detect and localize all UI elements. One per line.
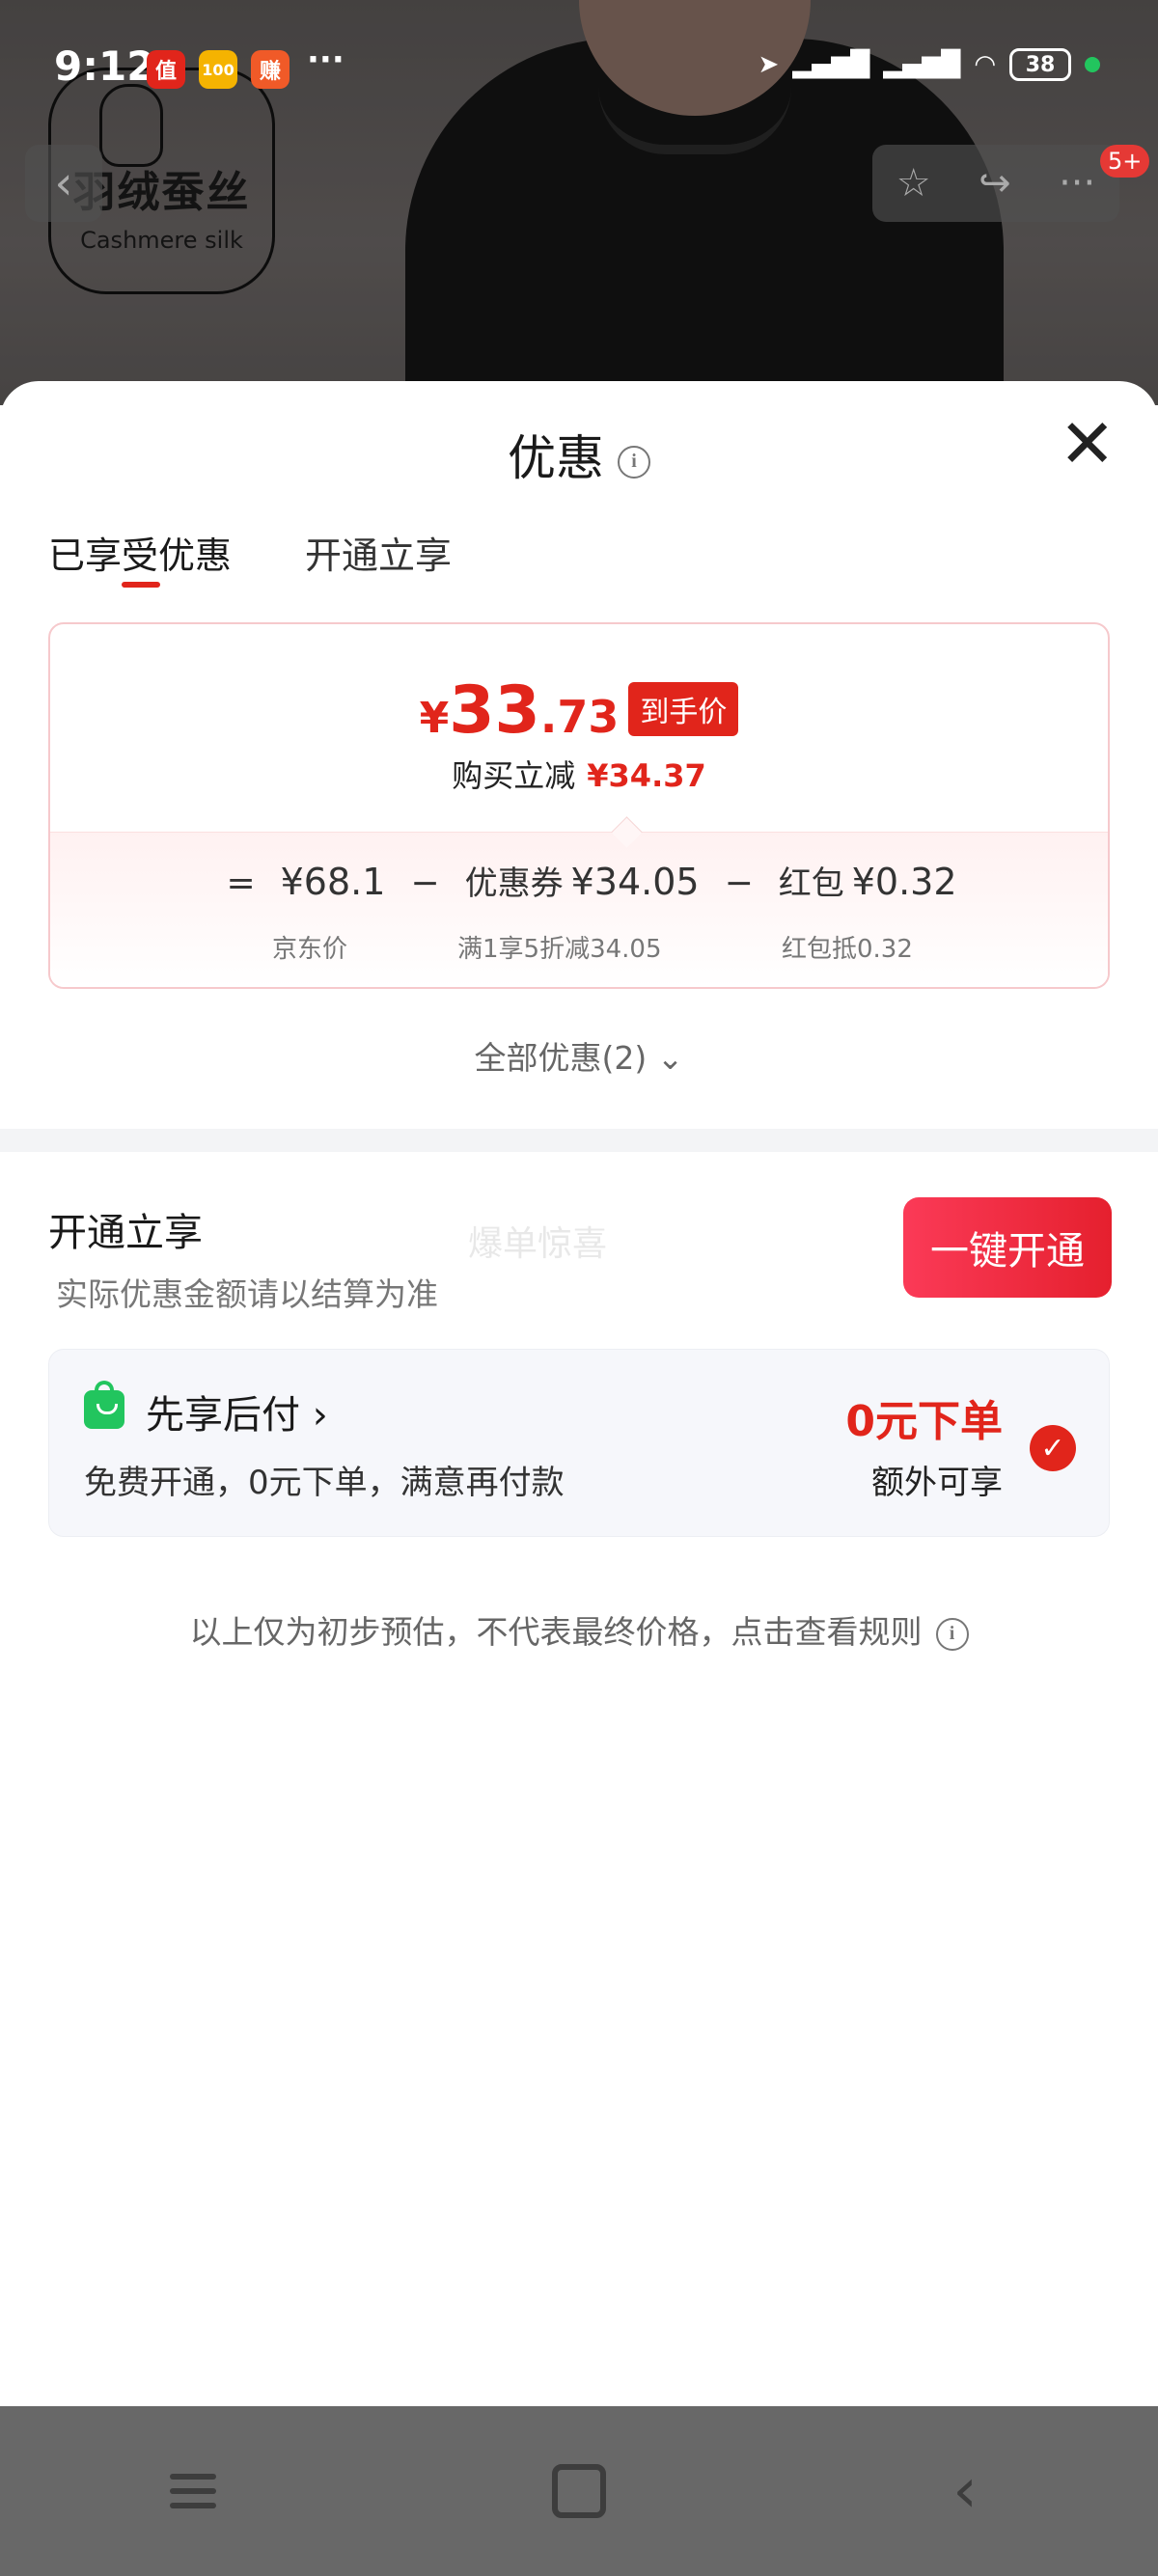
section-divider (0, 1129, 1158, 1152)
home-icon[interactable] (521, 2464, 637, 2518)
reduction-label: 购买立减 (452, 757, 576, 794)
back-icon[interactable]: ‹ (907, 2455, 1023, 2527)
location-icon: ➤ (758, 50, 780, 79)
jd-price-caption: 京东价 (272, 935, 348, 964)
red-packet-caption: 红包抵0.32 (782, 935, 913, 964)
reduction-amount: ¥34.37 (587, 757, 706, 794)
back-button[interactable]: ‹ (25, 145, 102, 222)
red-packet-label: 红包 (778, 864, 844, 903)
close-button[interactable]: ✕ (1059, 410, 1116, 478)
background-promo-text: 爆单惊喜 (468, 1224, 608, 1264)
checkmark-icon[interactable]: ✓ (1030, 1425, 1076, 1471)
open-section-title: 开通立享 (48, 1211, 203, 1255)
app-notification-icon: 值 (147, 50, 185, 89)
chevron-down-icon: ⌄ (656, 1039, 684, 1077)
extra-benefit-label: 额外可享 (871, 1464, 1003, 1502)
star-icon[interactable]: ☆ (896, 161, 931, 206)
zero-order-highlight: 0元下单 (845, 1397, 1003, 1446)
signal-icon: ▂▄▆█ (792, 50, 870, 79)
discount-sheet: 优惠 i ✕ 已享受优惠 开通立享 ¥33.73 到手价 购买立减 ¥34.37 = … (0, 381, 1158, 2407)
wifi-icon: ◠ (974, 50, 996, 79)
price-formula: = ¥68.1 − 优惠券 ¥34.05 − 红包 ¥0.32 京东价 满1享5折减… (50, 816, 1108, 987)
price-decimal: .73 (539, 691, 620, 743)
open-section-subtitle: 实际优惠金额请以结算为准 (56, 1275, 438, 1313)
minus-sign: − (410, 863, 440, 903)
coupon-caption: 满1享5折减34.05 (457, 935, 662, 964)
final-price: ¥33.73 到手价 (50, 672, 1108, 749)
privacy-indicator-icon (1085, 57, 1100, 72)
chevron-right-icon: › (300, 1393, 328, 1438)
tab-enjoyed-discounts[interactable]: 已享受优惠 (48, 526, 232, 588)
formula-row: = ¥68.1 − 优惠券 ¥34.05 − 红包 ¥0.32 (50, 857, 1108, 904)
jd-price-value: ¥68.1 (280, 861, 386, 903)
red-packet: 红包 ¥0.32 (779, 857, 957, 904)
product-actions: ☆ ↪ ··· (872, 145, 1119, 222)
coupon: 优惠券 ¥34.05 (465, 857, 700, 904)
all-discounts-label: 全部优惠(2) (474, 1039, 648, 1077)
app-notification-icon: 100 (199, 50, 237, 89)
sheet-title: 优惠 i (0, 420, 1158, 489)
status-indicators: ➤ ▂▄▆█ ▂▄▆█ ◠ 38 (758, 48, 1100, 81)
currency-symbol: ¥ (419, 694, 450, 743)
coupon-value: ¥34.05 (570, 861, 700, 903)
jd-price: ¥68.1 (281, 861, 386, 903)
price-integer: 33 (449, 672, 540, 749)
pay-later-description: 免费开通，0元下单，满意再付款 (84, 1464, 565, 1502)
app-notification-icon: 赚 (251, 50, 290, 89)
all-discounts-toggle[interactable]: 全部优惠(2) ⌄ (0, 1032, 1158, 1079)
system-nav-bar: ‹ (0, 2406, 1158, 2576)
more-icon[interactable]: ··· (1059, 161, 1095, 206)
instant-reduction: 购买立减 ¥34.37 (50, 752, 1108, 796)
battery-icon: 38 (1009, 48, 1071, 81)
info-icon[interactable]: i (618, 445, 650, 479)
one-key-open-button[interactable]: 一键开通 (903, 1197, 1112, 1298)
price-breakdown-card: ¥33.73 到手价 购买立减 ¥34.37 = ¥68.1 − 优惠券 ¥34.05… (48, 622, 1110, 989)
minus-sign: − (724, 863, 754, 903)
pay-later-title-text: 先享后付 (146, 1393, 300, 1438)
menu-icon[interactable] (135, 2465, 251, 2517)
equals-sign: = (226, 863, 256, 903)
sheet-title-text: 优惠 (508, 430, 604, 486)
more-notifications-icon: ··· (307, 41, 345, 79)
disclaimer-text: 以上仅为初步预估，不代表最终价格，点击查看规则 (189, 1613, 923, 1651)
message-badge: 5+ (1100, 145, 1150, 178)
red-packet-value: ¥0.32 (851, 861, 957, 903)
share-icon[interactable]: ↪ (979, 161, 1011, 206)
pay-later-card[interactable]: 先享后付 › 免费开通，0元下单，满意再付款 0元下单 额外可享 ✓ (48, 1349, 1110, 1537)
coupon-label: 优惠券 (464, 864, 564, 903)
discount-tabs: 已享受优惠 开通立享 (48, 526, 452, 588)
status-bar: 9:12 值 100 赚 ··· ➤ ▂▄▆█ ▂▄▆█ ◠ 38 (0, 0, 1158, 135)
signal-icon: ▂▄▆█ (883, 50, 961, 79)
shopping-bag-icon (84, 1381, 124, 1429)
pay-later-title[interactable]: 先享后付 › (146, 1384, 328, 1439)
price-disclaimer[interactable]: 以上仅为初步预估，不代表最终价格，点击查看规则 i (0, 1606, 1158, 1653)
final-price-tag: 到手价 (628, 682, 739, 736)
info-icon[interactable]: i (935, 1617, 969, 1651)
status-time: 9:12 (54, 42, 155, 90)
tab-open-and-enjoy[interactable]: 开通立享 (305, 526, 452, 579)
